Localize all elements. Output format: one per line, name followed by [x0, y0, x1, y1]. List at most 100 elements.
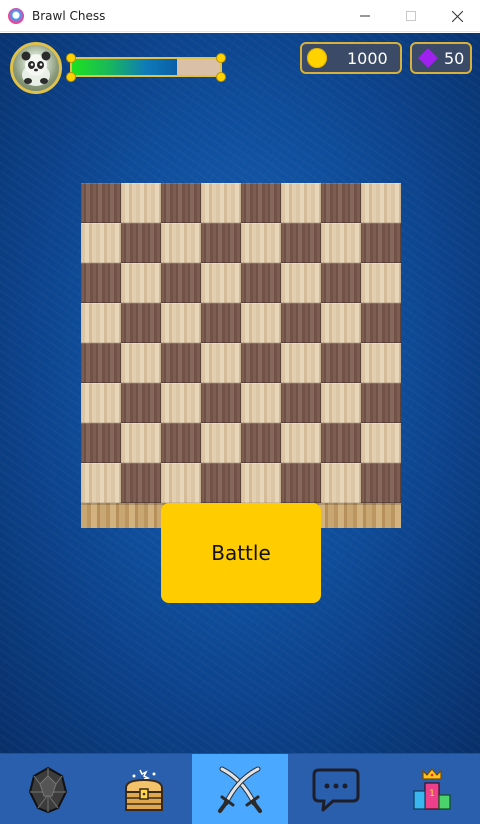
- board-square[interactable]: [161, 343, 201, 383]
- podium-crown-icon: 1: [413, 767, 451, 810]
- chat-bubble-icon: [312, 768, 360, 811]
- board-square[interactable]: [161, 383, 201, 423]
- board-square[interactable]: [161, 423, 201, 463]
- board-square[interactable]: [81, 423, 121, 463]
- board-square[interactable]: [241, 183, 281, 223]
- board-square[interactable]: [81, 183, 121, 223]
- board-square[interactable]: [361, 223, 401, 263]
- board-square[interactable]: [361, 303, 401, 343]
- board-square[interactable]: [201, 343, 241, 383]
- board-square[interactable]: [121, 223, 161, 263]
- board-square[interactable]: [281, 303, 321, 343]
- board-square[interactable]: [201, 383, 241, 423]
- board-square[interactable]: [361, 183, 401, 223]
- coin-amount: 1000: [347, 48, 388, 68]
- board-square[interactable]: [121, 183, 161, 223]
- window-controls: [342, 0, 480, 32]
- board-square[interactable]: [201, 183, 241, 223]
- board-square[interactable]: [281, 423, 321, 463]
- board-square[interactable]: [281, 383, 321, 423]
- board-square[interactable]: [281, 343, 321, 383]
- board-square[interactable]: [161, 263, 201, 303]
- board-square[interactable]: [81, 343, 121, 383]
- board-square[interactable]: [201, 263, 241, 303]
- close-icon: [451, 10, 463, 22]
- board-square[interactable]: [121, 263, 161, 303]
- board-square[interactable]: [281, 263, 321, 303]
- board-square[interactable]: [81, 223, 121, 263]
- game-area: 1000 50 Battle: [0, 33, 480, 753]
- board-square[interactable]: [161, 183, 201, 223]
- maximize-icon: [406, 11, 416, 21]
- board-square[interactable]: [361, 263, 401, 303]
- chess-board: [81, 183, 401, 503]
- svg-text:1: 1: [429, 789, 435, 799]
- chess-board-container: [81, 183, 401, 528]
- board-square[interactable]: [241, 343, 281, 383]
- board-square[interactable]: [121, 423, 161, 463]
- board-square[interactable]: [321, 343, 361, 383]
- board-square[interactable]: [361, 463, 401, 503]
- board-square[interactable]: [361, 343, 401, 383]
- gemstone-icon: [28, 766, 68, 813]
- board-square[interactable]: [121, 303, 161, 343]
- board-square[interactable]: [81, 383, 121, 423]
- board-square[interactable]: [321, 183, 361, 223]
- board-square[interactable]: [81, 263, 121, 303]
- nav-tab-chest[interactable]: [96, 754, 192, 824]
- board-square[interactable]: [241, 383, 281, 423]
- board-square[interactable]: [161, 463, 201, 503]
- board-square[interactable]: [281, 183, 321, 223]
- gem-amount: 50: [444, 48, 465, 68]
- gem-counter[interactable]: 50: [410, 42, 472, 74]
- nav-tab-gem[interactable]: [0, 754, 96, 824]
- board-square[interactable]: [321, 423, 361, 463]
- player-avatar[interactable]: [10, 42, 62, 94]
- board-square[interactable]: [321, 463, 361, 503]
- board-square[interactable]: [241, 263, 281, 303]
- board-square[interactable]: [201, 303, 241, 343]
- board-square[interactable]: [241, 303, 281, 343]
- minimize-button[interactable]: [342, 0, 388, 32]
- xp-bar-corner: [66, 72, 76, 82]
- xp-bar-corner: [216, 53, 226, 63]
- close-button[interactable]: [434, 0, 480, 32]
- board-square[interactable]: [161, 223, 201, 263]
- minimize-icon: [360, 15, 370, 17]
- nav-tab-chat[interactable]: [288, 754, 384, 824]
- crossed-swords-icon: [218, 766, 262, 813]
- board-square[interactable]: [161, 303, 201, 343]
- board-square[interactable]: [361, 383, 401, 423]
- coin-counter[interactable]: 1000: [300, 42, 402, 74]
- board-square[interactable]: [121, 383, 161, 423]
- xp-progress-bar: [70, 57, 222, 77]
- board-square[interactable]: [281, 463, 321, 503]
- board-square[interactable]: [121, 463, 161, 503]
- board-square[interactable]: [361, 423, 401, 463]
- board-square[interactable]: [201, 463, 241, 503]
- gem-icon: [418, 48, 438, 68]
- board-square[interactable]: [241, 463, 281, 503]
- battle-button[interactable]: Battle: [161, 503, 321, 603]
- board-square[interactable]: [241, 223, 281, 263]
- board-square[interactable]: [241, 423, 281, 463]
- nav-tab-battle[interactable]: [192, 754, 288, 824]
- board-square[interactable]: [121, 343, 161, 383]
- board-square[interactable]: [321, 223, 361, 263]
- app-logo-icon: [8, 7, 24, 24]
- treasure-chest-icon: [125, 769, 163, 811]
- xp-bar-corner: [216, 72, 226, 82]
- nav-tab-leaderboard[interactable]: 1: [384, 754, 480, 824]
- board-square[interactable]: [201, 423, 241, 463]
- board-square[interactable]: [321, 263, 361, 303]
- window-title: Brawl Chess: [32, 8, 106, 23]
- board-square[interactable]: [81, 463, 121, 503]
- board-square[interactable]: [321, 303, 361, 343]
- xp-bar-corner: [66, 53, 76, 63]
- board-square[interactable]: [281, 223, 321, 263]
- maximize-button[interactable]: [388, 0, 434, 32]
- xp-progress-fill: [72, 59, 178, 75]
- board-square[interactable]: [81, 303, 121, 343]
- board-square[interactable]: [321, 383, 361, 423]
- board-square[interactable]: [201, 223, 241, 263]
